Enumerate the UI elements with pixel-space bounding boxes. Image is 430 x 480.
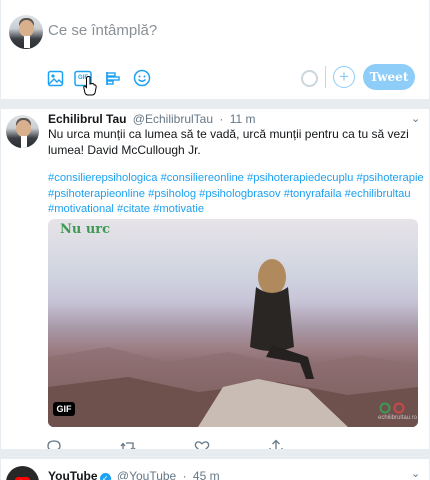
tweet-text: Nu urca munții ca lumea să te vadă, urcă… bbox=[48, 127, 409, 157]
author-name[interactable]: Echilibrul Tau bbox=[48, 112, 126, 126]
tweet-button[interactable]: Tweet bbox=[363, 64, 415, 90]
tweet-time[interactable]: 45 m bbox=[193, 469, 220, 480]
gif-badge: GIF bbox=[53, 402, 75, 416]
chevron-down-icon[interactable]: ⌄ bbox=[411, 467, 420, 480]
section-divider bbox=[1, 449, 429, 459]
section-divider bbox=[1, 99, 429, 109]
poll-icon[interactable] bbox=[103, 68, 123, 88]
woman-figure bbox=[250, 259, 314, 379]
header-separator: · bbox=[219, 112, 224, 126]
mountain-landscape bbox=[48, 347, 418, 427]
media-caption: Nu urc bbox=[60, 222, 111, 237]
add-tweet-button[interactable]: + bbox=[333, 66, 355, 88]
author-handle[interactable]: @YouTube bbox=[117, 469, 176, 480]
verified-badge-icon: ✓ bbox=[99, 473, 111, 480]
compose-input[interactable]: Ce se întâmplă? bbox=[48, 22, 157, 39]
author-handle[interactable]: @EchilibrulTau bbox=[133, 112, 213, 126]
hand-cursor-icon bbox=[83, 76, 97, 96]
character-count-circle bbox=[301, 70, 318, 87]
tweet-composer: Ce se întâmplă? GIF + Tweet bbox=[1, 0, 429, 99]
emoji-icon[interactable] bbox=[132, 68, 152, 88]
author-name[interactable]: YouTube bbox=[48, 469, 98, 480]
author-avatar[interactable] bbox=[6, 115, 39, 148]
image-icon[interactable] bbox=[45, 68, 65, 88]
chevron-down-icon[interactable]: ⌄ bbox=[411, 112, 420, 125]
timeline-feed: Ce se întâmplă? GIF + Tweet Echilibrul T… bbox=[0, 0, 430, 480]
composer-divider bbox=[325, 66, 326, 88]
media-watermark: echilibrultau.ro bbox=[378, 415, 418, 421]
tweet-media-gif[interactable]: Nu urc GIF echilibrultau.ro bbox=[48, 219, 418, 427]
tweet-hashtags[interactable]: #consilierepsihologica #consiliereonline… bbox=[48, 171, 429, 218]
brand-logo-icon bbox=[379, 402, 405, 414]
user-avatar[interactable] bbox=[9, 15, 43, 49]
tweet-header: Echilibrul Tau @EchilibrulTau · 11 m bbox=[48, 112, 256, 126]
tweet-card[interactable]: Echilibrul Tau @EchilibrulTau · 11 m ⌄ N… bbox=[1, 109, 429, 459]
tweet-time[interactable]: 11 m bbox=[230, 112, 256, 126]
tweet-header: YouTube ✓ @YouTube · 45 m bbox=[48, 469, 220, 480]
header-separator: · bbox=[182, 469, 187, 480]
tweet-card[interactable]: YouTube ✓ @YouTube · 45 m ⌄ bbox=[1, 459, 429, 480]
youtube-avatar[interactable] bbox=[6, 466, 39, 480]
